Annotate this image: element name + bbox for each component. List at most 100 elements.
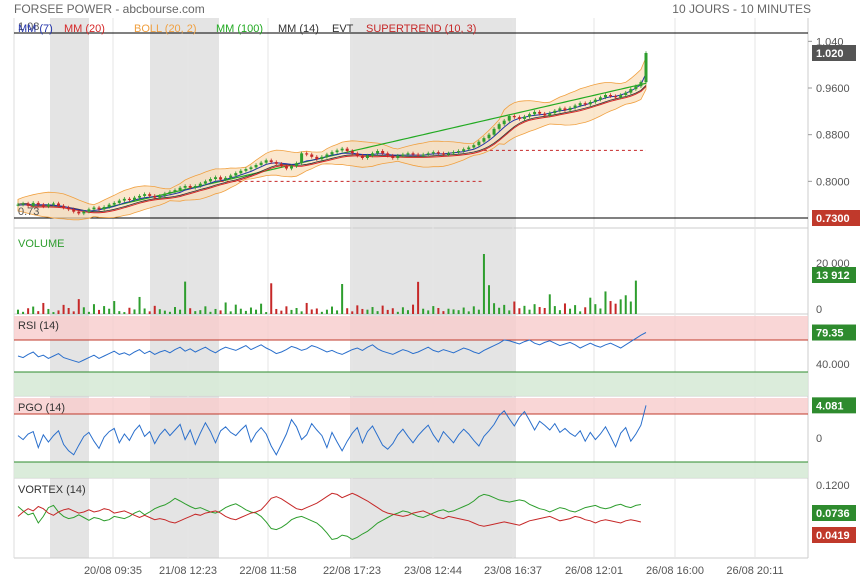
candle-body: [431, 152, 435, 154]
candle-body: [634, 86, 638, 90]
vortex-minus-last-value: 0.0419: [816, 530, 850, 542]
candle-body: [244, 169, 248, 171]
candle-body: [614, 96, 618, 98]
volume-bar: [361, 308, 364, 314]
volume-bar: [569, 308, 572, 314]
volume-bar: [488, 285, 490, 314]
candle-body: [178, 187, 182, 191]
legend-item: MM (20): [64, 23, 105, 35]
volume-bar: [371, 307, 374, 314]
stock-chart[interactable]: 20/08 09:35 21/08 12:23 22/08 11:58 22/08 1…: [0, 0, 860, 580]
candle-body: [446, 153, 450, 155]
volume-bar: [589, 297, 592, 314]
volume-bar: [87, 311, 90, 314]
candle-body: [472, 145, 476, 148]
x-tick-label: 22/08 11:58: [239, 565, 296, 577]
candle-body: [208, 179, 212, 182]
candle-body: [315, 156, 319, 160]
candle-body: [558, 108, 562, 111]
candle-body: [477, 141, 481, 146]
candle-body: [158, 195, 162, 198]
volume-bar: [244, 310, 247, 314]
legend-item: MM (100): [216, 23, 263, 35]
volume-bar: [42, 302, 45, 314]
volume-bar: [255, 309, 258, 314]
volume-bar: [138, 296, 141, 314]
x-tick-label: 26/08 16:00: [646, 565, 704, 577]
volume-bar: [346, 308, 349, 314]
candle-body: [127, 198, 131, 200]
volume-bar: [518, 308, 521, 314]
candle-body: [264, 160, 268, 163]
reference-price-value: 0.7300: [816, 213, 850, 225]
candle-body: [305, 153, 309, 155]
candle-body: [254, 165, 258, 168]
candle-body: [117, 200, 121, 203]
candle-body: [249, 167, 253, 170]
candle-body: [391, 155, 395, 158]
volume-bar: [523, 305, 526, 314]
candle-body: [497, 124, 501, 129]
candle-body: [224, 177, 228, 180]
candle-body: [143, 194, 147, 196]
candle-body: [624, 92, 628, 95]
volume-bar: [184, 281, 187, 314]
volume-bar: [366, 309, 369, 314]
candle-body: [168, 191, 172, 194]
x-tick-label: 26/08 20:11: [726, 565, 783, 577]
candle-body: [543, 113, 547, 116]
candle-body: [82, 211, 86, 214]
volume-bar: [619, 299, 622, 314]
volume-bar: [57, 310, 60, 314]
volume-bar: [341, 284, 344, 314]
volume-bar: [82, 307, 85, 314]
volume-bar: [508, 310, 511, 314]
volume-bar: [285, 306, 288, 314]
candle-body: [51, 203, 55, 205]
candle-body: [416, 154, 420, 156]
volume-bar: [260, 303, 263, 314]
volume-bar: [32, 306, 35, 314]
volume-bar: [634, 280, 637, 314]
volume-bar: [442, 311, 445, 314]
volume-bar: [396, 311, 399, 314]
volume-bar: [62, 304, 65, 314]
candle-body: [163, 193, 167, 196]
vortex-title: VORTEX (14): [18, 484, 86, 496]
volume-bar: [108, 308, 111, 314]
volume-bar: [189, 308, 192, 314]
candle-body: [173, 190, 177, 192]
candle-body: [345, 148, 349, 151]
bottom-price-label: 0.73: [18, 206, 39, 218]
candle-body: [41, 204, 45, 207]
candle-body: [406, 153, 410, 155]
candle-body: [87, 209, 91, 212]
candle-body: [203, 181, 207, 184]
candle-body: [502, 120, 506, 125]
candle-body: [269, 160, 273, 163]
volume-bar: [270, 283, 273, 314]
candle-body: [62, 205, 66, 208]
pgo-oversold-zone: [14, 462, 808, 478]
rsi-tick-label: 40.000: [816, 359, 850, 371]
candle-body: [619, 95, 623, 98]
candle-body: [452, 152, 456, 154]
volume-bar: [579, 311, 582, 314]
volume-bar: [194, 311, 197, 314]
candle-body: [153, 195, 157, 198]
candle-body: [593, 99, 597, 102]
volume-bar: [118, 311, 121, 314]
volume-bar: [558, 310, 561, 314]
rsi-overbought-zone: [14, 316, 808, 340]
volume-bar: [351, 311, 354, 314]
volume-bar: [376, 311, 379, 314]
volume-bar: [163, 310, 166, 314]
volume-bar: [98, 309, 101, 314]
volume-bar: [604, 291, 607, 314]
candle-body: [350, 151, 354, 154]
candle-body: [107, 204, 111, 207]
legend-item: MM (14): [278, 23, 319, 35]
volume-bar: [427, 310, 430, 314]
candle-body: [289, 166, 293, 169]
volume-bar: [624, 295, 627, 314]
